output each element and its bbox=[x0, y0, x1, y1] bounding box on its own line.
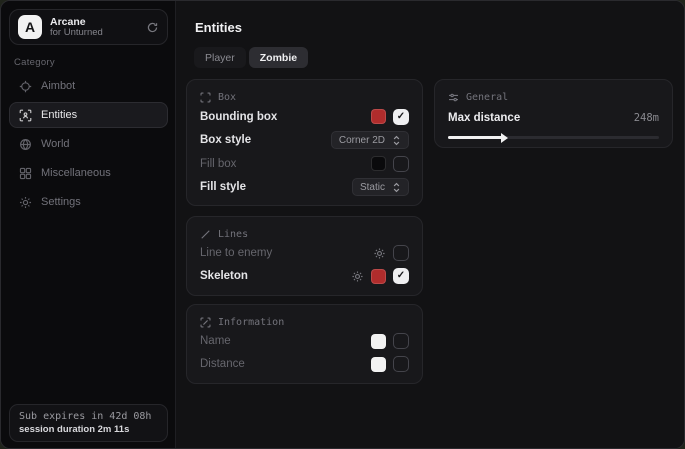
session-duration-text: session duration 2m 11s bbox=[19, 424, 158, 435]
gear-icon[interactable] bbox=[351, 270, 364, 283]
corner-brackets-icon bbox=[200, 92, 211, 103]
sidebar-item-label: Entities bbox=[41, 109, 77, 121]
checkbox[interactable] bbox=[393, 268, 409, 284]
globe-icon bbox=[19, 138, 32, 151]
sidebar-item-label: Miscellaneous bbox=[41, 167, 111, 179]
checkbox[interactable] bbox=[393, 333, 409, 349]
sidebar: A Arcane for Unturned Category Aimbot bbox=[1, 1, 176, 448]
section-box: Box Bounding box Box style Corner 2D bbox=[186, 79, 423, 206]
setting-label: Bounding box bbox=[200, 111, 277, 123]
app-subtitle: for Unturned bbox=[50, 28, 138, 39]
chevrons-up-down-icon bbox=[392, 135, 401, 146]
slider-thumb[interactable] bbox=[501, 133, 508, 143]
app-name: Arcane bbox=[50, 16, 138, 28]
setting-row-bounding-box: Bounding box bbox=[200, 106, 409, 128]
max-distance-slider[interactable] bbox=[448, 133, 659, 142]
slider-value: 248m bbox=[634, 112, 659, 124]
section-information: Information Name Distance bbox=[186, 304, 423, 384]
chevrons-up-down-icon bbox=[392, 182, 401, 193]
slider-label: Max distance bbox=[448, 112, 520, 124]
slider-fill bbox=[448, 136, 503, 139]
section-title: Box bbox=[218, 92, 236, 103]
sidebar-item-entities[interactable]: Entities bbox=[9, 102, 168, 128]
sidebar-item-miscellaneous[interactable]: Miscellaneous bbox=[9, 160, 168, 186]
section-box-header: Box bbox=[200, 90, 409, 104]
section-title: Lines bbox=[218, 229, 248, 240]
category-label: Category bbox=[14, 57, 55, 68]
setting-row-line-to-enemy: Line to enemy bbox=[200, 242, 409, 264]
section-general: General Max distance 248m bbox=[434, 79, 673, 148]
color-swatch[interactable] bbox=[371, 269, 386, 284]
dropdown-value: Corner 2D bbox=[339, 135, 385, 146]
crosshair-icon bbox=[19, 80, 32, 93]
setting-row-distance: Distance bbox=[200, 353, 409, 375]
box-style-dropdown[interactable]: Corner 2D bbox=[331, 131, 409, 149]
color-swatch[interactable] bbox=[371, 357, 386, 372]
scan-info-icon bbox=[200, 317, 211, 328]
sliders-icon bbox=[448, 92, 459, 103]
section-lines: Lines Line to enemy Skeleton bbox=[186, 216, 423, 296]
dropdown-value: Static bbox=[360, 182, 385, 193]
app-meta: Arcane for Unturned bbox=[50, 16, 138, 39]
setting-label: Fill style bbox=[200, 181, 246, 193]
sidebar-nav: Aimbot Entities World bbox=[9, 73, 168, 218]
checkbox[interactable] bbox=[393, 356, 409, 372]
section-title: General bbox=[466, 92, 508, 103]
main-content: Entities Player Zombie Box Bounding box bbox=[177, 1, 684, 448]
gear-icon[interactable] bbox=[373, 247, 386, 260]
sidebar-item-aimbot[interactable]: Aimbot bbox=[9, 73, 168, 99]
setting-row-fill-box: Fill box bbox=[200, 153, 409, 175]
section-general-header: General bbox=[448, 90, 659, 104]
sidebar-item-world[interactable]: World bbox=[9, 131, 168, 157]
subscription-panel: Sub expires in 42d 08h session duration … bbox=[9, 404, 168, 442]
sidebar-item-settings[interactable]: Settings bbox=[9, 189, 168, 215]
tab-player[interactable]: Player bbox=[194, 47, 246, 68]
setting-row-name: Name bbox=[200, 330, 409, 352]
color-swatch[interactable] bbox=[371, 109, 386, 124]
sub-expiry-text: Sub expires in 42d 08h bbox=[19, 411, 158, 422]
sidebar-item-label: World bbox=[41, 138, 70, 150]
tab-bar: Player Zombie bbox=[194, 47, 308, 68]
color-swatch[interactable] bbox=[371, 156, 386, 171]
grid-icon bbox=[19, 167, 32, 180]
fill-style-dropdown[interactable]: Static bbox=[352, 178, 409, 196]
setting-row-fill-style: Fill style Static bbox=[200, 176, 409, 198]
refresh-icon[interactable] bbox=[146, 21, 159, 34]
setting-label: Distance bbox=[200, 358, 245, 370]
checkbox[interactable] bbox=[393, 109, 409, 125]
setting-row-box-style: Box style Corner 2D bbox=[200, 129, 409, 151]
page-title: Entities bbox=[195, 20, 242, 35]
setting-label: Line to enemy bbox=[200, 247, 272, 259]
app-header: A Arcane for Unturned bbox=[9, 9, 168, 45]
app-logo: A bbox=[18, 15, 42, 39]
diagonal-line-icon bbox=[200, 229, 211, 240]
tab-zombie[interactable]: Zombie bbox=[249, 47, 308, 68]
gear-icon bbox=[19, 196, 32, 209]
setting-label: Box style bbox=[200, 134, 251, 146]
section-information-header: Information bbox=[200, 315, 409, 329]
app-window: A Arcane for Unturned Category Aimbot bbox=[0, 0, 685, 449]
checkbox[interactable] bbox=[393, 245, 409, 261]
checkbox[interactable] bbox=[393, 156, 409, 172]
color-swatch[interactable] bbox=[371, 334, 386, 349]
setting-label: Fill box bbox=[200, 158, 236, 170]
entities-icon bbox=[19, 109, 32, 122]
max-distance-row: Max distance 248m bbox=[448, 112, 659, 124]
setting-label: Skeleton bbox=[200, 270, 248, 282]
sidebar-item-label: Aimbot bbox=[41, 80, 75, 92]
setting-row-skeleton: Skeleton bbox=[200, 265, 409, 287]
setting-label: Name bbox=[200, 335, 231, 347]
sidebar-item-label: Settings bbox=[41, 196, 81, 208]
section-lines-header: Lines bbox=[200, 227, 409, 241]
section-title: Information bbox=[218, 317, 284, 328]
